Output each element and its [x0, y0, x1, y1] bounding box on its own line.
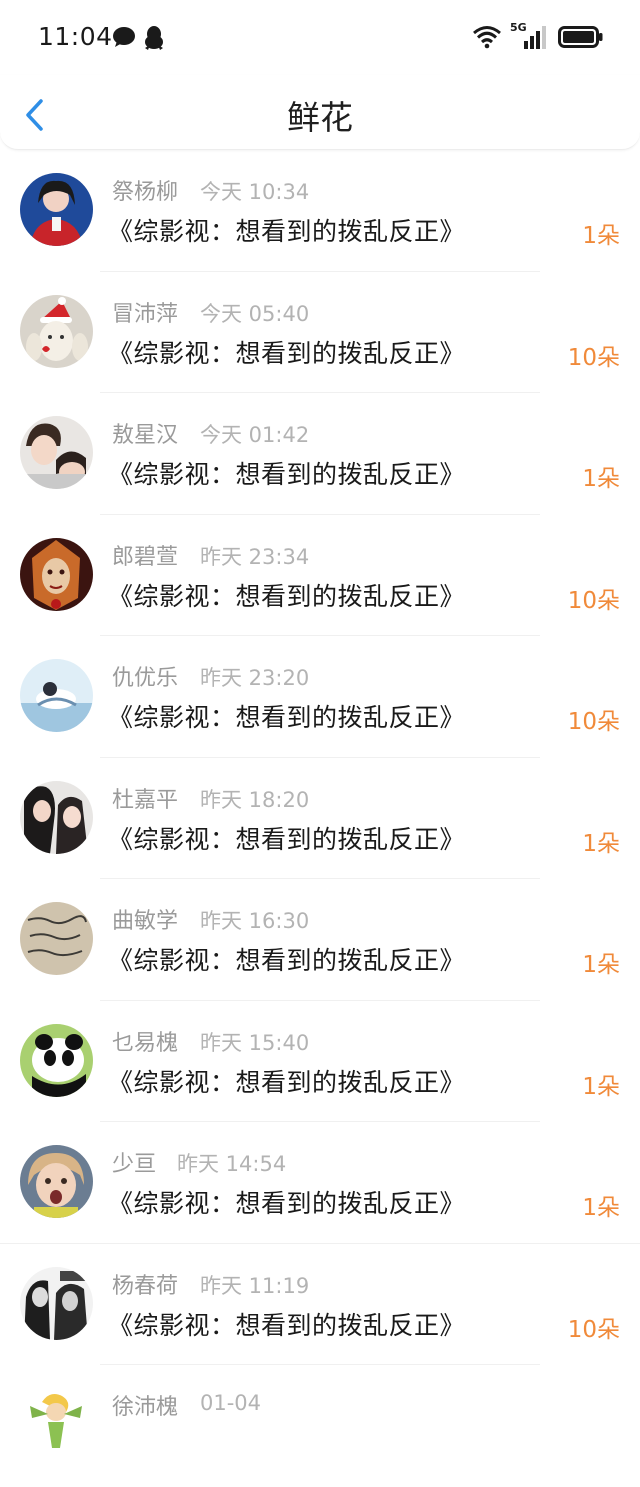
- wifi-icon: [473, 26, 501, 49]
- flower-count: 10朵: [567, 344, 620, 371]
- sender-name: 敖星汉: [112, 423, 179, 448]
- sent-time: 昨天 18:20: [200, 787, 310, 812]
- battery-icon: [558, 26, 603, 48]
- work-title: 《综影视：想看到的拨乱反正》: [108, 1189, 466, 1218]
- sent-time: 昨天 14:54: [177, 1152, 287, 1176]
- sender-name: 郎碧萱: [112, 544, 179, 570]
- sent-time: 今天 01:42: [200, 423, 310, 447]
- work-title: 《综影视：想看到的拨乱反正》: [108, 338, 466, 368]
- list-item[interactable]: 少亘 昨天 14:54 《综影视：想看到的拨乱反正》 1朵: [0, 1122, 640, 1244]
- clock: 11:04: [38, 22, 113, 51]
- work-title: 《综影视：想看到的拨乱反正》: [108, 1310, 466, 1340]
- work-title: 《综影视：想看到的拨乱反正》: [108, 217, 466, 246]
- nav-header: 鲜花: [0, 75, 640, 150]
- sender-name: 徐沛槐: [112, 1395, 179, 1420]
- sent-time: 今天 10:34: [200, 180, 310, 204]
- sender-name: 少亘: [112, 1152, 157, 1177]
- list-item[interactable]: 敖星汉 今天 01:42 《综影视：想看到的拨乱反正》 1朵: [0, 393, 640, 515]
- sent-time: 昨天 23:34: [200, 544, 310, 569]
- status-bar: 11:04 5G: [0, 0, 640, 75]
- qq-penguin-icon: [145, 26, 163, 50]
- work-title: 《综影视：想看到的拨乱反正》: [108, 581, 466, 611]
- list-item[interactable]: 徐沛槐 01-04: [0, 1365, 640, 1487]
- avatar[interactable]: [20, 416, 93, 489]
- work-title: 《综影视：想看到的拨乱反正》: [108, 946, 466, 975]
- avatar[interactable]: [20, 173, 93, 246]
- work-title: 《综影视：想看到的拨乱反正》: [108, 703, 466, 732]
- flower-count: 10朵: [567, 709, 620, 735]
- avatar[interactable]: [20, 659, 93, 732]
- sender-name: 祭杨柳: [112, 180, 179, 205]
- flower-count: 1朵: [582, 1195, 620, 1221]
- flower-count: 10朵: [567, 1316, 620, 1343]
- list-item[interactable]: 杨春荷 昨天 11:19 《综影视：想看到的拨乱反正》 10朵: [0, 1244, 640, 1365]
- flower-gift-list: 祭杨柳 今天 10:34 《综影视：想看到的拨乱反正》 1朵 冒沛萍 今天 05…: [0, 150, 640, 1487]
- sent-time: 昨天 15:40: [200, 1030, 310, 1055]
- list-item[interactable]: 祭杨柳 今天 10:34 《综影视：想看到的拨乱反正》 1朵: [0, 150, 640, 272]
- list-item[interactable]: 仇优乐 昨天 23:20 《综影视：想看到的拨乱反正》 10朵: [0, 636, 640, 758]
- avatar[interactable]: [20, 1388, 93, 1461]
- avatar[interactable]: [20, 902, 93, 975]
- avatar[interactable]: [20, 294, 93, 368]
- flower-count: 1朵: [582, 952, 620, 978]
- work-title: 《综影视：想看到的拨乱反正》: [108, 824, 466, 854]
- work-title: 《综影视：想看到的拨乱反正》: [108, 1067, 466, 1097]
- sent-time: 今天 05:40: [200, 301, 310, 326]
- status-icons: 5G: [472, 21, 604, 52]
- avatar[interactable]: [20, 1145, 93, 1218]
- avatar[interactable]: [20, 1266, 93, 1340]
- flower-count: 10朵: [567, 587, 620, 614]
- list-item[interactable]: 乜易槐 昨天 15:40 《综影视：想看到的拨乱反正》 1朵: [0, 1001, 640, 1122]
- avatar[interactable]: [20, 1023, 93, 1097]
- work-title: 《综影视：想看到的拨乱反正》: [108, 460, 466, 489]
- sender-name: 曲敏学: [112, 909, 179, 934]
- sender-name: 冒沛萍: [112, 301, 179, 327]
- sender-name: 乜易槐: [112, 1030, 179, 1056]
- list-item[interactable]: 郎碧萱 昨天 23:34 《综影视：想看到的拨乱反正》 10朵: [0, 515, 640, 636]
- sender-name: 仇优乐: [112, 666, 179, 691]
- sender-name: 杜嘉平: [112, 787, 179, 813]
- sent-time: 01-04: [200, 1391, 262, 1415]
- sent-time: 昨天 11:19: [200, 1273, 310, 1298]
- sent-time: 昨天 23:20: [200, 666, 310, 690]
- page-title: 鲜花: [287, 98, 353, 137]
- flower-count: 1朵: [582, 223, 620, 249]
- chat-bubble-icon: [113, 27, 135, 47]
- avatar[interactable]: [20, 780, 93, 854]
- cellular-signal-icon: 5G: [510, 21, 550, 51]
- avatar[interactable]: [20, 537, 93, 611]
- list-item[interactable]: 杜嘉平 昨天 18:20 《综影视：想看到的拨乱反正》 1朵: [0, 758, 640, 879]
- flower-count: 1朵: [582, 466, 620, 492]
- flower-count: 1朵: [582, 830, 620, 857]
- list-item[interactable]: 曲敏学 昨天 16:30 《综影视：想看到的拨乱反正》 1朵: [0, 879, 640, 1001]
- flower-count: 1朵: [582, 1073, 620, 1100]
- sender-name: 杨春荷: [112, 1273, 179, 1299]
- list-item[interactable]: 冒沛萍 今天 05:40 《综影视：想看到的拨乱反正》 10朵: [0, 272, 640, 393]
- sent-time: 昨天 16:30: [200, 909, 310, 933]
